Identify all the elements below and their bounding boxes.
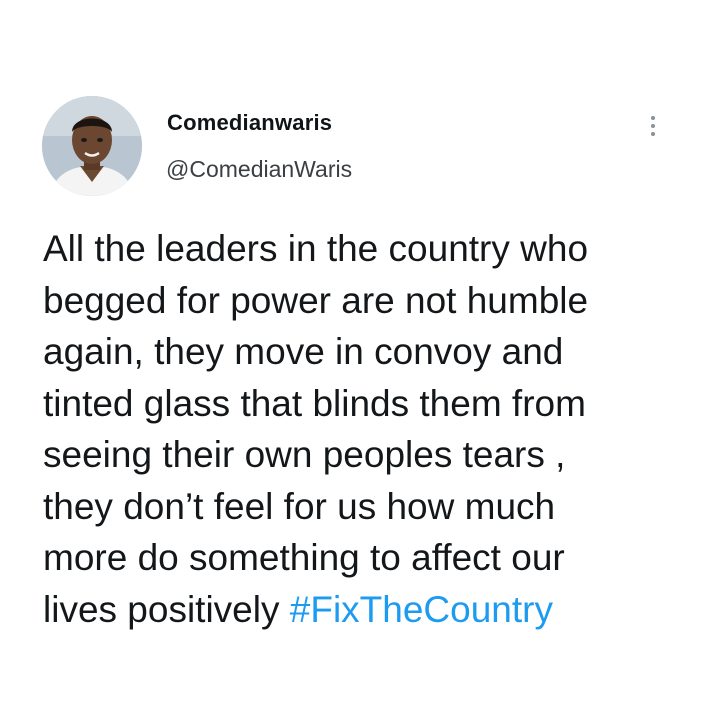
tweet-text: All the leaders in the country who begge… — [43, 223, 693, 635]
avatar-image — [42, 96, 142, 196]
display-name[interactable]: Comedianwaris — [167, 110, 332, 136]
more-vertical-icon-dot — [651, 132, 655, 136]
avatar[interactable] — [42, 96, 142, 196]
tweet-card: Comedianwaris @ComedianWaris All the lea… — [0, 0, 720, 720]
tweet-text-content: All the leaders in the country who begge… — [43, 228, 589, 630]
more-options-button[interactable] — [638, 108, 668, 144]
more-vertical-icon — [651, 116, 655, 120]
user-handle[interactable]: @ComedianWaris — [166, 156, 352, 183]
hashtag-link[interactable]: #FixTheCountry — [290, 589, 553, 630]
more-vertical-icon-dot — [651, 124, 655, 128]
